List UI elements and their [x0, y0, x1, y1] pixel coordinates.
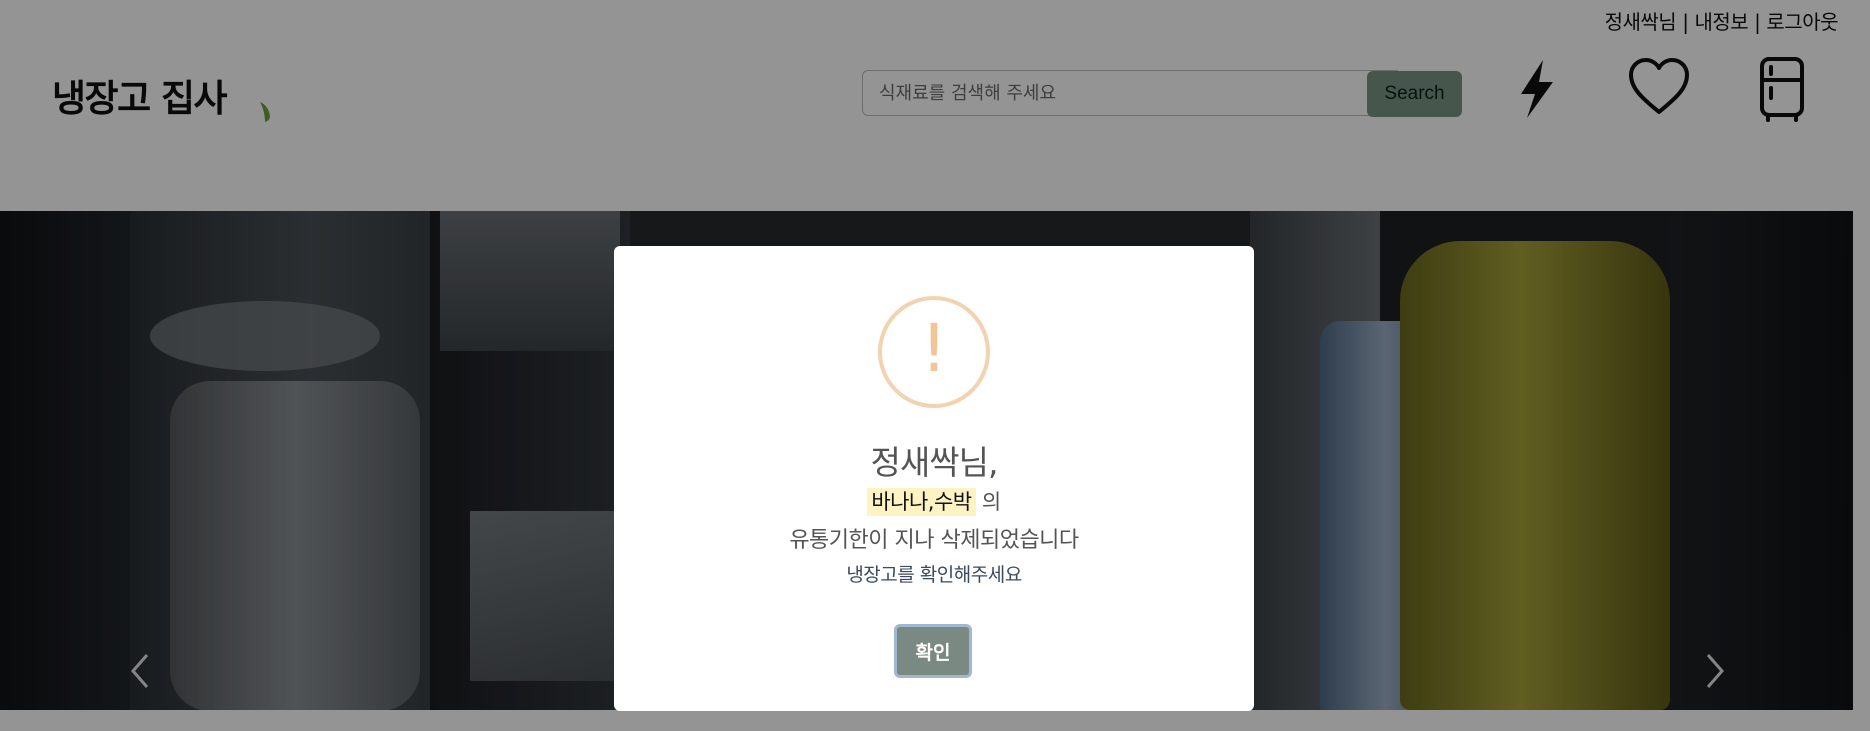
warning-glyph: !	[920, 310, 948, 387]
expired-items: 바나나,수박	[867, 488, 976, 516]
expired-items-suffix: 의	[981, 490, 1001, 514]
warning-icon: !	[878, 296, 990, 408]
expired-items-line: 바나나,수박 의	[614, 486, 1254, 516]
modal-message: 유통기한이 지나 삭제되었습니다	[789, 528, 1079, 553]
confirm-button[interactable]: 확인	[894, 624, 972, 678]
modal-submessage: 냉장고를 확인해주세요	[846, 564, 1022, 586]
expiry-alert-modal: ! 정새싹님, 바나나,수박 의 유통기한이 지나 삭제되었습니다 냉장고를 확…	[614, 246, 1254, 711]
modal-title: 정새싹님,	[870, 443, 999, 482]
